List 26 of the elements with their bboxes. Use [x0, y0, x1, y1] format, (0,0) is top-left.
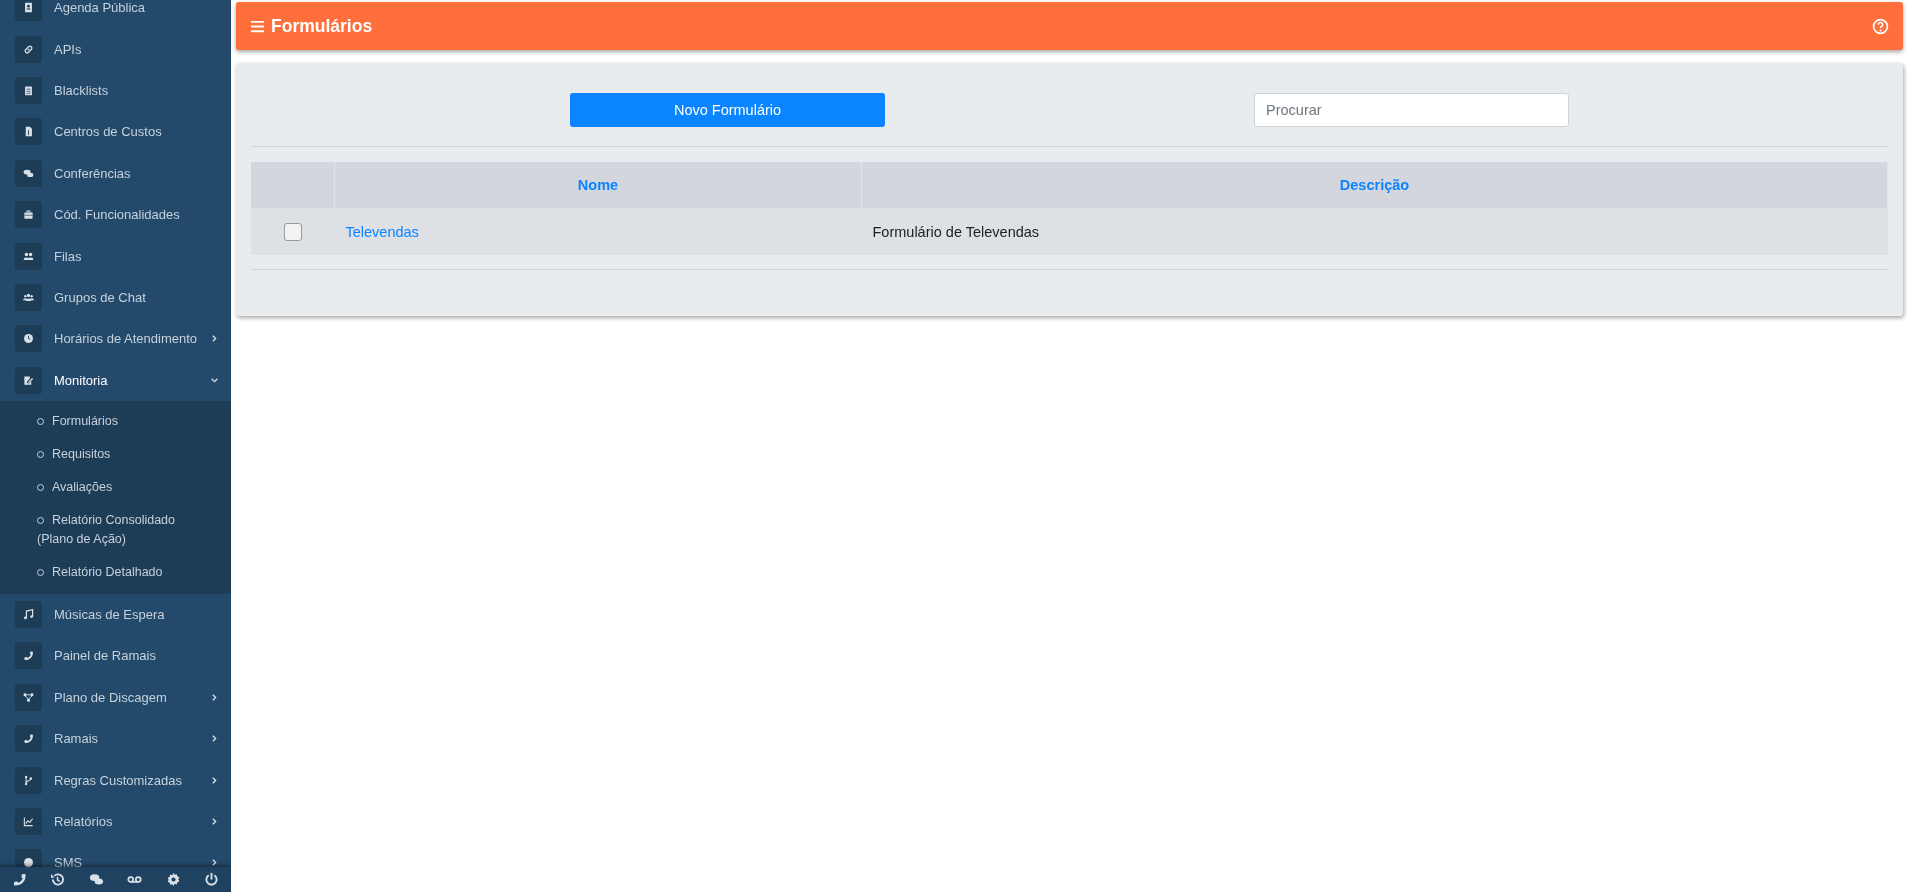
sidebar-item[interactable]: Relatórios — [0, 800, 231, 843]
sidebar-item[interactable]: Cód. Funcionalidades — [0, 193, 231, 236]
sidebar-item[interactable]: Plano de Discagem — [0, 676, 231, 719]
search-field[interactable]: Procurar — [1254, 93, 1569, 127]
sidebar-item[interactable]: Conferências — [0, 152, 231, 194]
submenu-item[interactable]: Relatório Detalhado — [0, 555, 231, 589]
sidebar-item[interactable]: Centros de Custos — [0, 111, 231, 153]
sidebar-item[interactable]: Ramais — [0, 718, 231, 760]
sidebar-item[interactable]: Regras Customizadas — [0, 759, 231, 801]
submenu-item[interactable]: Avaliações — [0, 470, 231, 504]
submenu-item[interactable]: Requisitos — [0, 437, 231, 471]
table-cell: Formulário de Televendas — [872, 223, 1040, 240]
sidebar-item[interactable]: Grupos de Chat — [0, 276, 231, 319]
sidebar-item[interactable]: APIs — [0, 28, 231, 70]
submenu-item[interactable]: Relatório Consolidado (Plano de Ação) — [0, 503, 231, 556]
sidebar-item[interactable]: Painel de Ramais — [0, 635, 231, 677]
sidebar-item[interactable]: Horários de Atendimento — [0, 318, 231, 360]
sidebar-item[interactable]: Agenda Pública — [0, 0, 231, 29]
sidebar-item[interactable]: Monitoria — [0, 359, 231, 401]
sidebar-item[interactable]: Músicas de Espera — [0, 593, 231, 636]
submenu-item[interactable]: Formulários — [0, 404, 231, 438]
sidebar-item[interactable]: Filas — [0, 235, 231, 277]
new-form-button[interactable]: Novo Formulário — [570, 93, 885, 127]
sidebar-item[interactable]: SMS — [0, 842, 231, 867]
sidebar-item[interactable]: Blacklists — [0, 69, 231, 112]
page-title: Formulários — [271, 15, 373, 37]
